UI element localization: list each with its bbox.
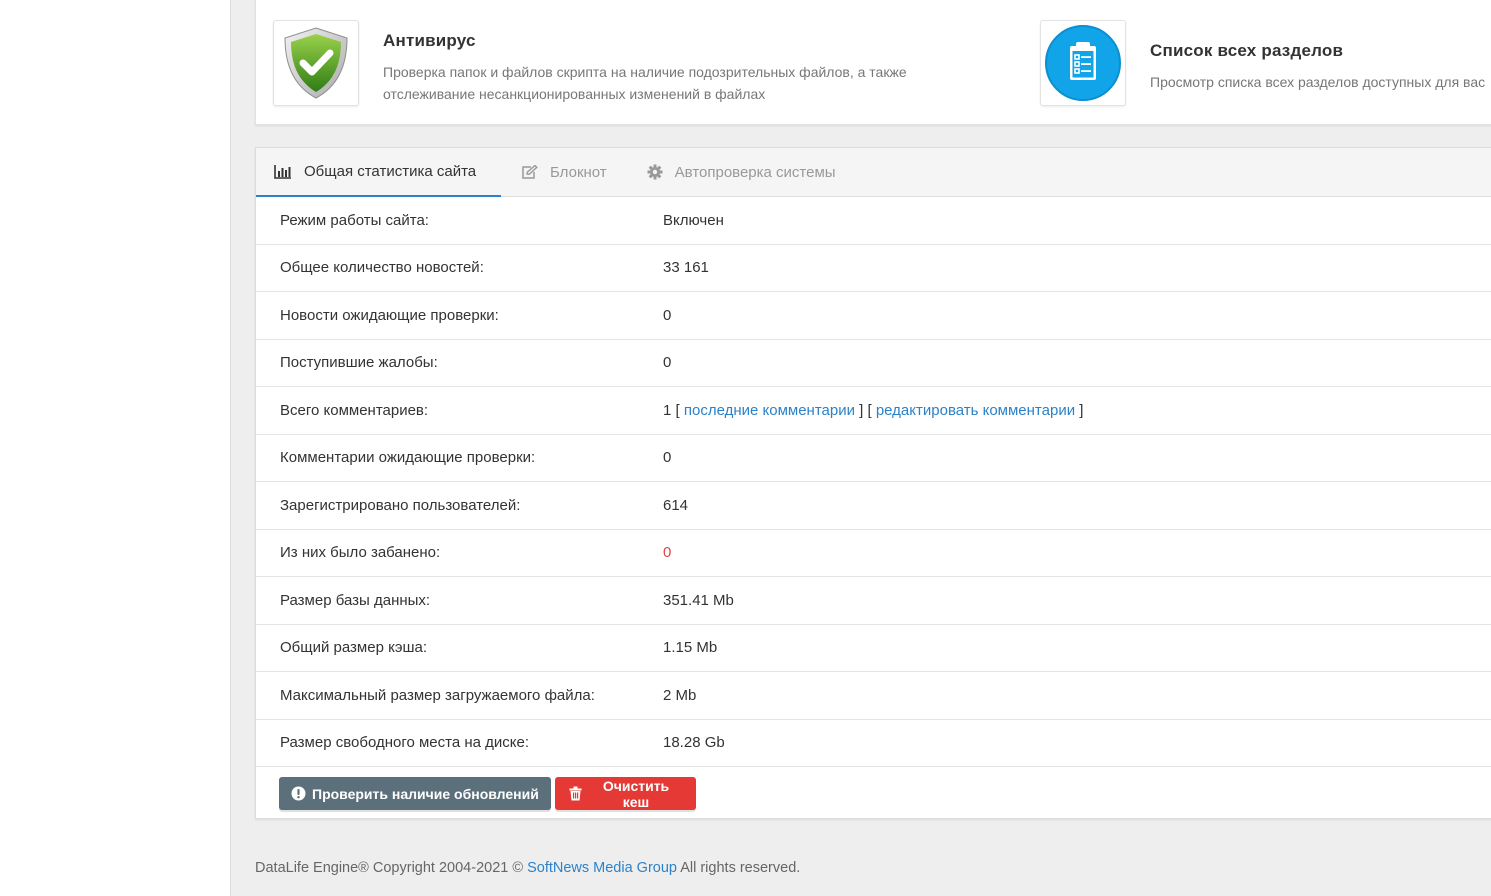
shortcut-categories[interactable]: Список всех разделов Просмотр списка все…	[1040, 20, 1491, 106]
stat-label: Общий размер кэша:	[280, 639, 428, 657]
exclamation-circle-icon	[291, 786, 306, 801]
stat-label: Общее количество новостей:	[280, 259, 484, 277]
shortcut-title[interactable]: Список всех разделов	[1150, 41, 1491, 61]
stat-value: 0	[663, 449, 672, 467]
tab-notepad[interactable]: Блокнот	[501, 148, 627, 196]
stat-value: Включен	[663, 211, 724, 229]
shortcut-description: Проверка папок и файлов скрипта на налич…	[383, 64, 907, 102]
stat-row-cache-size: Общий размер кэша: 1.15 Mb	[256, 625, 1491, 672]
stat-row-banned: Из них было забанено: 0	[256, 530, 1491, 577]
edit-icon	[521, 164, 538, 180]
shortcut-title[interactable]: Антивирус	[383, 31, 943, 51]
stats-panel: Общая статистика сайта Блокнот Автопрове…	[255, 147, 1491, 819]
stat-label: Максимальный размер загружаемого файла:	[280, 686, 595, 704]
stat-row-users: Зарегистрировано пользователей: 614	[256, 482, 1491, 530]
button-label: Проверить наличие обновлений	[312, 785, 539, 802]
stat-label: Режим работы сайта:	[280, 211, 429, 229]
tab-bar: Общая статистика сайта Блокнот Автопрове…	[256, 148, 1491, 197]
stat-value: 0	[663, 544, 671, 561]
stat-label: Из них было забанено:	[280, 544, 441, 562]
copyright-text: All rights reserved.	[676, 860, 801, 876]
shortcut-thumbnail[interactable]	[1040, 20, 1126, 106]
stat-label: Комментарии ожидающие проверки:	[280, 449, 536, 467]
panel-actions: Проверить наличие обновлений Очистить ке…	[256, 767, 1491, 820]
stat-row-max-upload: Максимальный размер загружаемого файла: …	[256, 672, 1491, 720]
stat-value: 2 Mb	[663, 686, 697, 704]
edit-comments-link[interactable]: редактировать комментарии	[876, 402, 1075, 419]
stat-value: 0	[663, 306, 672, 324]
stat-value: 18.28 Gb	[663, 734, 725, 752]
shortcut-description: Просмотр списка всех разделов доступных …	[1150, 74, 1486, 90]
tab-autocheck[interactable]: Автопроверка системы	[627, 148, 856, 196]
stat-row-db-size: Размер базы данных: 351.41 Mb	[256, 577, 1491, 625]
stat-label: Размер базы данных:	[280, 591, 431, 609]
copyright-text: DataLife Engine® Copyright 2004-2021 ©	[255, 860, 528, 876]
tab-label: Блокнот	[550, 163, 607, 181]
check-updates-button[interactable]: Проверить наличие обновлений	[279, 777, 551, 810]
softnews-link[interactable]: SoftNews Media Group	[527, 860, 677, 876]
bracket-text: ]	[1075, 401, 1084, 419]
stat-value: 1 [ последние комментарии ] [ редактиров…	[663, 402, 1083, 419]
bracket-text: ] [	[854, 401, 876, 419]
stat-row-news-pending: Новости ожидающие проверки: 0	[256, 292, 1491, 340]
stat-label: Зарегистрировано пользователей:	[280, 496, 521, 514]
stat-label: Поступившие жалобы:	[280, 354, 438, 372]
shortcut-antivirus[interactable]: Антивирус Проверка папок и файлов скрипт…	[273, 20, 943, 106]
trash-icon	[569, 786, 582, 801]
stat-value: 614	[663, 496, 689, 514]
gear-icon	[647, 164, 663, 180]
stat-row-news-total: Общее количество новостей: 33 161	[256, 245, 1491, 292]
shortcut-thumbnail[interactable]	[273, 20, 359, 106]
bar-chart-icon	[274, 164, 292, 179]
stat-label: Новости ожидающие проверки:	[280, 306, 499, 324]
stat-value: 33 161	[663, 259, 709, 277]
bracket-text: [	[671, 401, 684, 419]
stat-value: 0	[663, 354, 672, 372]
stat-row-disk-free: Размер свободного места на диске: 18.28 …	[256, 720, 1491, 767]
left-sidebar	[0, 0, 231, 896]
last-comments-link[interactable]: последние комментарии	[684, 402, 855, 419]
copyright-footer: DataLife Engine® Copyright 2004-2021 © S…	[255, 860, 800, 876]
banned-count: 0	[663, 544, 672, 562]
stat-value: 351.41 Mb	[663, 591, 734, 609]
stat-row-comments-total: Всего комментариев: 1 [ последние коммен…	[256, 387, 1491, 435]
main-content: Антивирус Проверка папок и файлов скрипт…	[232, 0, 1491, 896]
clipboard-list-icon	[1045, 25, 1121, 101]
tab-site-stats[interactable]: Общая статистика сайта	[256, 148, 501, 197]
stat-row-complaints: Поступившие жалобы: 0	[256, 340, 1491, 387]
stat-value: 1.15 Mb	[663, 639, 718, 657]
stat-label: Всего комментариев:	[280, 401, 429, 419]
tab-label: Общая статистика сайта	[304, 163, 477, 180]
stat-row-comments-pending: Комментарии ожидающие проверки: 0	[256, 435, 1491, 482]
stat-label: Размер свободного места на диске:	[280, 734, 530, 752]
shield-check-icon	[284, 27, 348, 99]
button-label: Очистить кеш	[602, 777, 670, 810]
stat-row-mode: Режим работы сайта: Включен	[256, 197, 1491, 245]
clear-cache-button[interactable]: Очистить кеш	[555, 777, 696, 810]
quick-links-panel: Антивирус Проверка папок и файлов скрипт…	[255, 0, 1491, 125]
tab-label: Автопроверка системы	[674, 163, 836, 181]
